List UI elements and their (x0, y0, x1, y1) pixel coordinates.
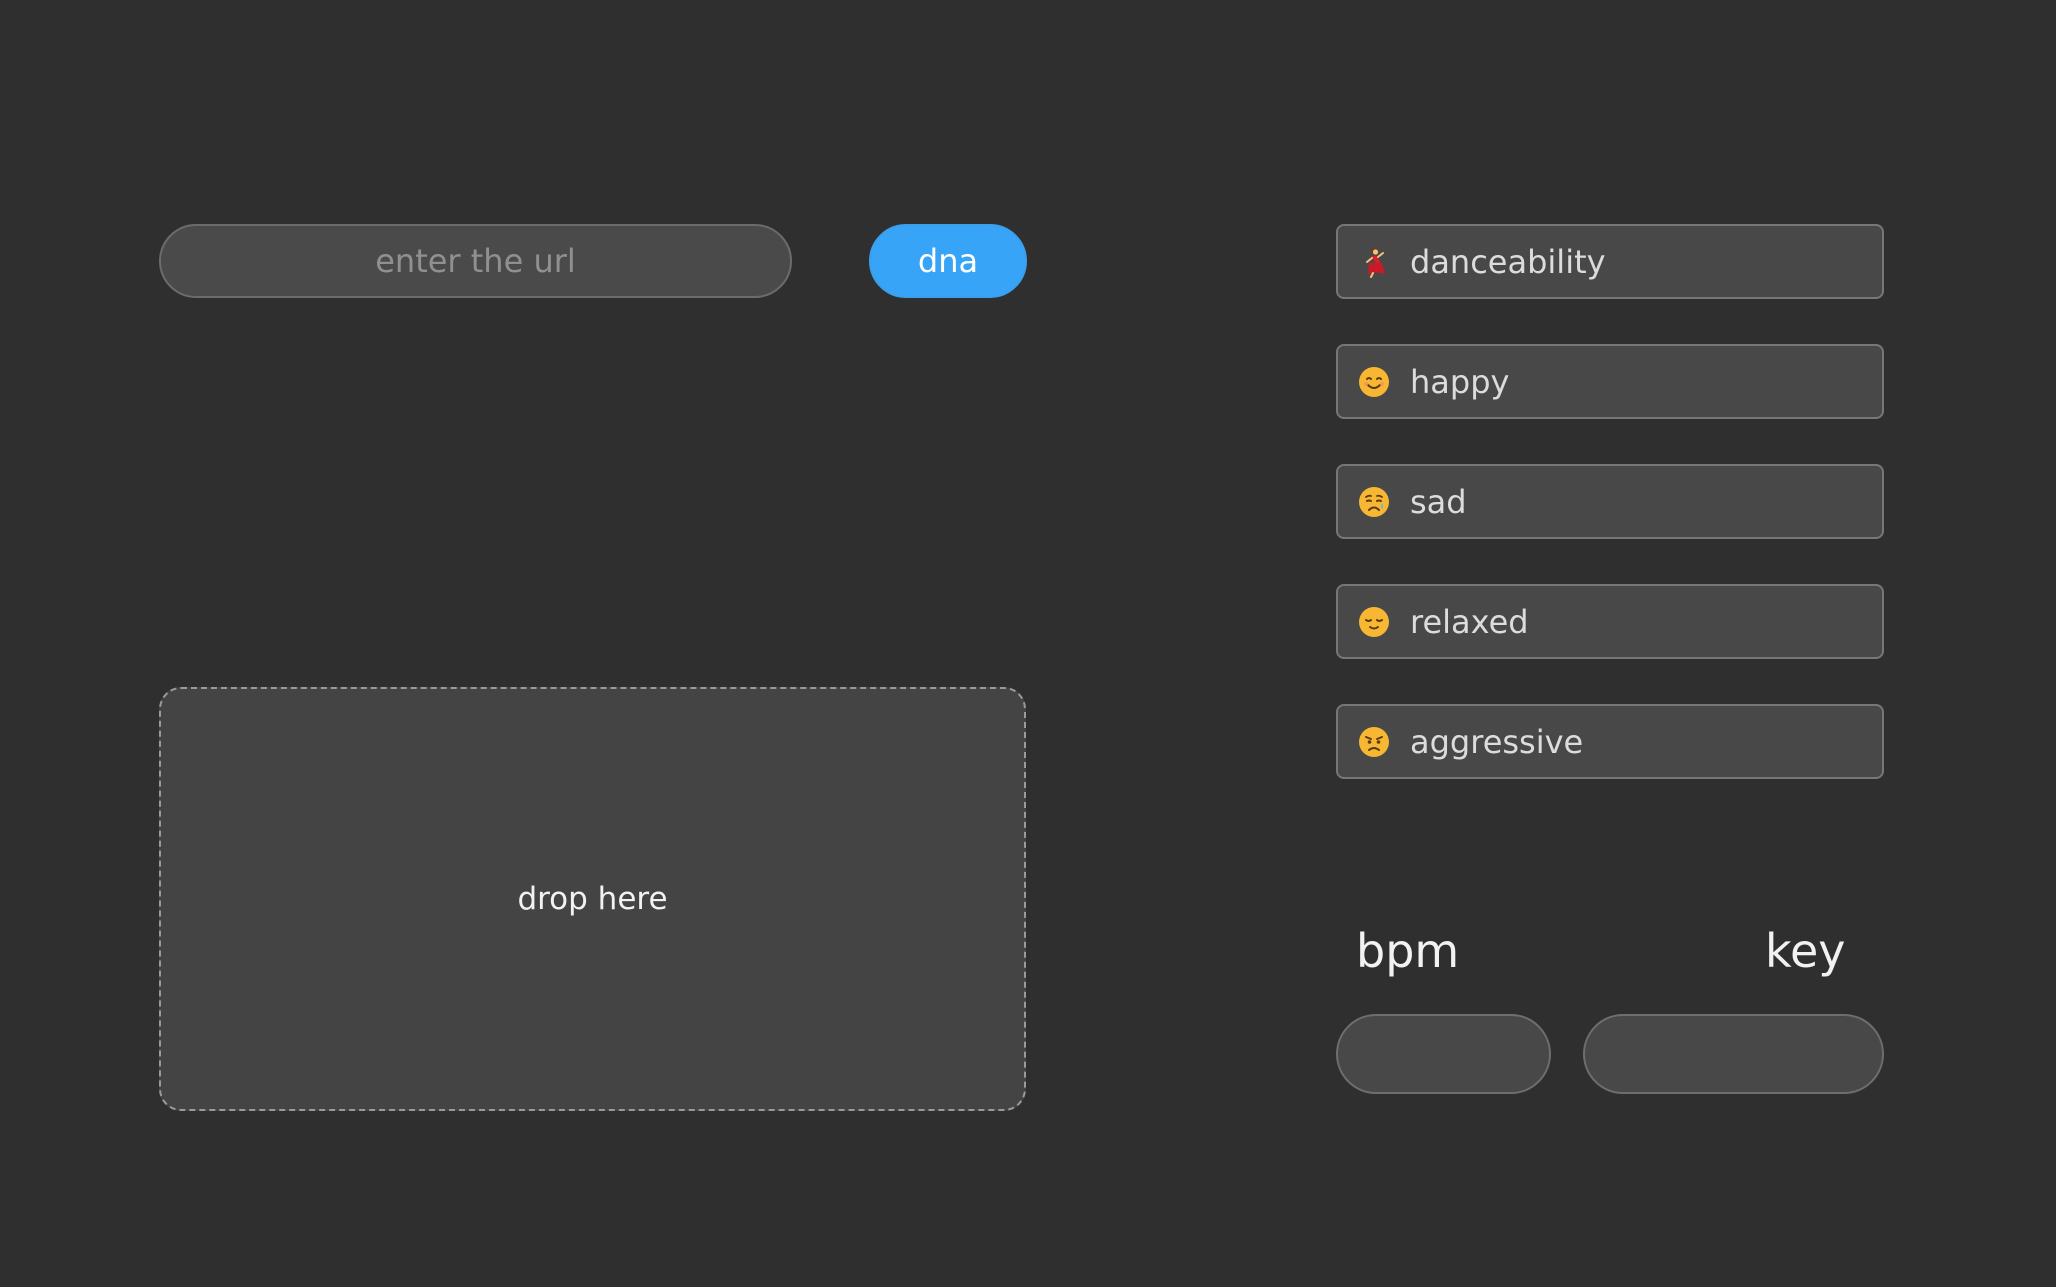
mood-danceability[interactable]: danceability (1336, 224, 1884, 299)
bpm-label: bpm (1356, 924, 1460, 978)
mood-relaxed[interactable]: relaxed (1336, 584, 1884, 659)
mood-label: happy (1410, 362, 1510, 401)
relieved-face-icon (1359, 606, 1389, 637)
app-page: dna drop here danceability happy (0, 0, 2056, 1287)
dna-button[interactable]: dna (869, 224, 1027, 298)
drop-zone-label: drop here (517, 881, 668, 917)
file-drop-zone[interactable]: drop here (159, 687, 1026, 1111)
key-field[interactable] (1583, 1014, 1884, 1094)
mood-label: sad (1410, 482, 1467, 521)
mood-label: aggressive (1410, 722, 1584, 761)
angry-face-icon (1359, 726, 1389, 757)
key-label: key (1765, 924, 1846, 978)
smiling-face-icon (1359, 366, 1389, 397)
dancer-icon (1366, 247, 1385, 278)
sad-face-icon (1359, 486, 1389, 517)
bpm-field[interactable] (1336, 1014, 1551, 1094)
mood-happy[interactable]: happy (1336, 344, 1884, 419)
mood-label: danceability (1410, 242, 1606, 281)
mood-aggressive[interactable]: aggressive (1336, 704, 1884, 779)
url-input[interactable] (159, 224, 792, 298)
mood-label: relaxed (1410, 602, 1529, 641)
mood-sad[interactable]: sad (1336, 464, 1884, 539)
